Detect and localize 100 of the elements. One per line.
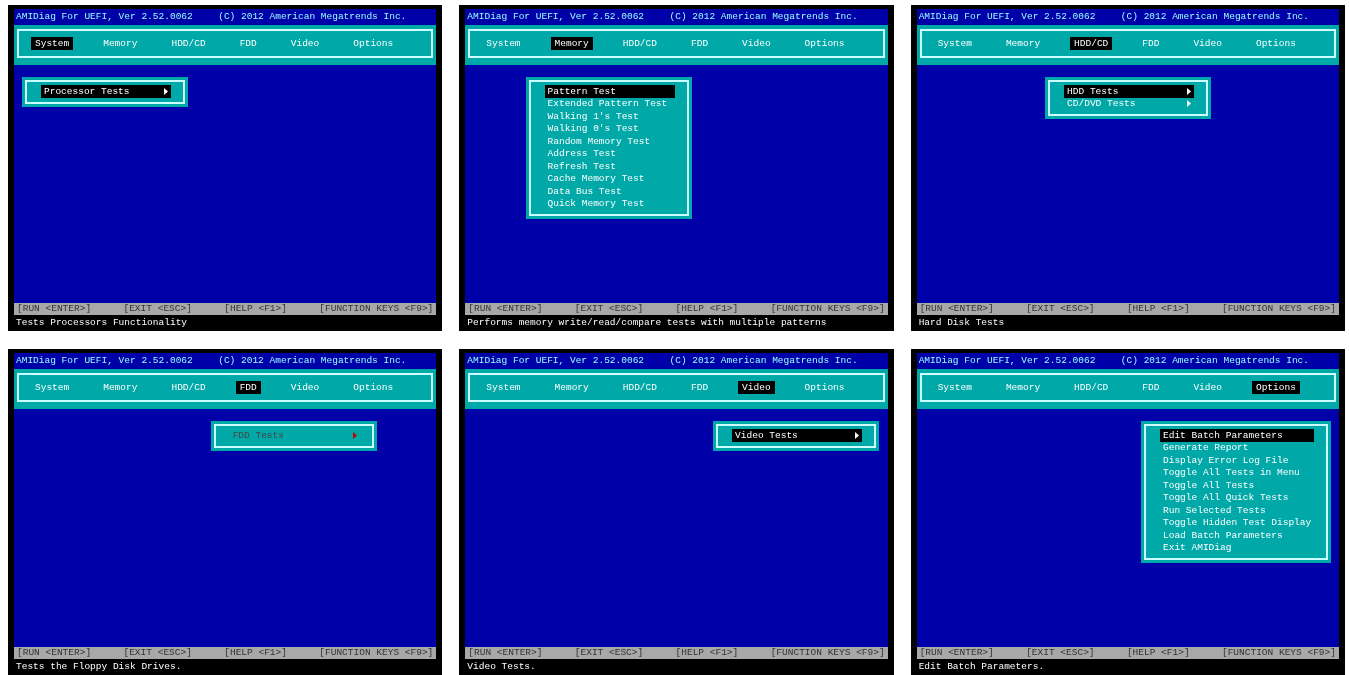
menu-item[interactable]: Refresh Test xyxy=(544,160,675,173)
menu-tab[interactable]: Memory xyxy=(99,380,142,394)
key-hint: [FUNCTION KEYS <F9>] xyxy=(770,648,885,658)
menu-item[interactable]: Toggle All Quick Tests xyxy=(1160,491,1315,504)
menu-tab[interactable]: FDD xyxy=(1138,36,1164,50)
copyright-text: (C) 2012 American Megatrends Inc. xyxy=(1120,356,1309,366)
menu-item[interactable]: Walking 0's Test xyxy=(544,122,675,135)
menu-item[interactable]: Edit Batch Parameters xyxy=(1160,429,1315,442)
menu-item-label: Display Error Log File xyxy=(1163,455,1289,465)
key-hint: [HELP <F1>] xyxy=(1126,304,1190,314)
menu-item-label: Address Test xyxy=(547,149,616,159)
menu-item[interactable]: Walking 1's Test xyxy=(544,110,675,123)
key-hint: [EXIT <ESC>] xyxy=(123,304,192,314)
menu-item-label: Toggle All Tests in Menu xyxy=(1163,468,1300,478)
menu-tab[interactable]: System xyxy=(933,36,976,50)
menu-item[interactable]: Exit AMIDiag xyxy=(1160,541,1315,554)
menu-tab[interactable]: Memory xyxy=(550,36,593,50)
copyright-text: (C) 2012 American Megatrends Inc. xyxy=(1120,12,1309,22)
menu-item-label: Cache Memory Test xyxy=(547,174,645,184)
key-hint: [RUN <ENTER>] xyxy=(919,304,994,314)
menu-tab[interactable]: Video xyxy=(738,36,775,50)
menu-tab[interactable]: Video xyxy=(286,380,324,394)
menu-item-label: Extended Pattern Test xyxy=(547,99,668,109)
menu-item-label: Quick Memory Test xyxy=(547,199,645,209)
menu-tab[interactable]: Options xyxy=(1251,36,1300,50)
app-title: AMIDiag For UEFI, Ver 2.52.0062 xyxy=(918,12,1096,22)
menu-tab[interactable]: Video xyxy=(286,36,324,50)
copyright-text: (C) 2012 American Megatrends Inc. xyxy=(669,12,858,22)
key-hint: [EXIT <ESC>] xyxy=(574,648,644,658)
menu-tab[interactable]: HDD/CD xyxy=(167,36,210,50)
menu-item-label: Random Memory Test xyxy=(547,136,651,146)
menu-item[interactable]: Generate Report xyxy=(1160,441,1315,454)
menu-item-label: Load Batch Parameters xyxy=(1163,530,1283,540)
menu-item[interactable]: Random Memory Test xyxy=(544,135,675,148)
menu-tab[interactable]: Options xyxy=(800,36,849,50)
menu-tab[interactable]: System xyxy=(31,36,74,50)
menu-item[interactable]: Cache Memory Test xyxy=(544,172,675,185)
menu-item[interactable]: Run Selected Tests xyxy=(1160,504,1315,517)
menu-item[interactable]: Video Tests xyxy=(732,429,863,442)
menu-tab[interactable]: Options xyxy=(800,380,849,394)
menu-tab[interactable]: FDD xyxy=(235,380,261,394)
menu-tab[interactable]: HDD/CD xyxy=(618,380,661,394)
menu-tab[interactable]: System xyxy=(933,380,976,394)
menu-tab[interactable]: FDD xyxy=(235,36,261,50)
menu-item-label: HDD Tests xyxy=(1067,86,1119,96)
menu-tab[interactable]: Video xyxy=(1189,36,1226,50)
key-hint: [EXIT <ESC>] xyxy=(1026,648,1095,658)
menu-tab[interactable]: Memory xyxy=(1001,36,1045,50)
menu-tab[interactable]: Options xyxy=(1251,380,1300,394)
menu-tab[interactable]: HDD/CD xyxy=(618,36,661,50)
key-hint: [FUNCTION KEYS <F9>] xyxy=(319,648,434,658)
menu-tab[interactable]: HDD/CD xyxy=(1070,36,1113,50)
menu-tab[interactable]: FDD xyxy=(1138,380,1164,394)
menu-item[interactable]: Data Bus Test xyxy=(544,185,675,198)
key-hint: [EXIT <ESC>] xyxy=(574,304,644,314)
menu-item-label: CD/DVD Tests xyxy=(1067,99,1136,109)
menu-item-label: Exit AMIDiag xyxy=(1163,543,1232,553)
menu-tab[interactable]: HDD/CD xyxy=(1070,380,1113,394)
menu-tab[interactable]: FDD xyxy=(687,36,713,50)
status-message: Tests the Floppy Disk Drives. xyxy=(15,659,183,674)
key-hint: [RUN <ENTER>] xyxy=(468,304,543,314)
key-hint: [FUNCTION KEYS <F9>] xyxy=(770,304,885,314)
key-hint: [HELP <F1>] xyxy=(1126,648,1190,658)
menu-tab[interactable]: Video xyxy=(738,380,775,394)
menu-item-label: Processor Tests xyxy=(44,86,130,96)
menu-item[interactable]: Pattern Test xyxy=(544,85,675,98)
menu-tab[interactable]: FDD xyxy=(687,380,713,394)
menu-item[interactable]: Processor Tests xyxy=(41,85,171,98)
menu-tab[interactable]: Options xyxy=(349,36,398,50)
menu-tab[interactable]: Video xyxy=(1189,380,1226,394)
menu-item[interactable]: CD/DVD Tests xyxy=(1064,97,1195,110)
key-hint: [FUNCTION KEYS <F9>] xyxy=(319,304,434,314)
menu-item[interactable]: Display Error Log File xyxy=(1160,454,1315,467)
menu-item[interactable]: Load Batch Parameters xyxy=(1160,529,1315,542)
menu-item[interactable]: Toggle All Tests in Menu xyxy=(1160,466,1315,479)
menu-item[interactable]: Address Test xyxy=(544,147,675,160)
menu-tab[interactable]: Memory xyxy=(1001,380,1045,394)
menu-tab[interactable]: HDD/CD xyxy=(167,380,210,394)
app-title: AMIDiag For UEFI, Ver 2.52.0062 xyxy=(918,356,1096,366)
menu-tab[interactable]: Memory xyxy=(99,36,142,50)
menu-item[interactable]: Toggle All Tests xyxy=(1160,479,1315,492)
menu-item[interactable]: HDD Tests xyxy=(1064,85,1195,98)
menu-item-label: Generate Report xyxy=(1163,443,1249,453)
menu-item-label: Refresh Test xyxy=(547,161,616,171)
key-hint: [HELP <F1>] xyxy=(224,648,287,658)
menu-tab[interactable]: System xyxy=(482,36,525,50)
menu-tab[interactable]: System xyxy=(31,380,74,394)
copyright-text: (C) 2012 American Megatrends Inc. xyxy=(669,356,858,366)
status-message: Video Tests. xyxy=(466,659,537,674)
app-title: AMIDiag For UEFI, Ver 2.52.0062 xyxy=(16,356,193,366)
menu-tab[interactable]: System xyxy=(482,380,525,394)
key-hint: [RUN <ENTER>] xyxy=(17,304,92,314)
menu-item[interactable]: Quick Memory Test xyxy=(544,197,675,210)
menu-tab[interactable]: Memory xyxy=(550,380,593,394)
menu-item[interactable]: Extended Pattern Test xyxy=(544,97,675,110)
menu-item-label: Edit Batch Parameters xyxy=(1163,430,1283,440)
key-hint: [FUNCTION KEYS <F9>] xyxy=(1221,648,1336,658)
key-hint: [RUN <ENTER>] xyxy=(468,648,543,658)
key-hint: [EXIT <ESC>] xyxy=(1026,304,1095,314)
menu-tab[interactable]: Options xyxy=(349,380,398,394)
